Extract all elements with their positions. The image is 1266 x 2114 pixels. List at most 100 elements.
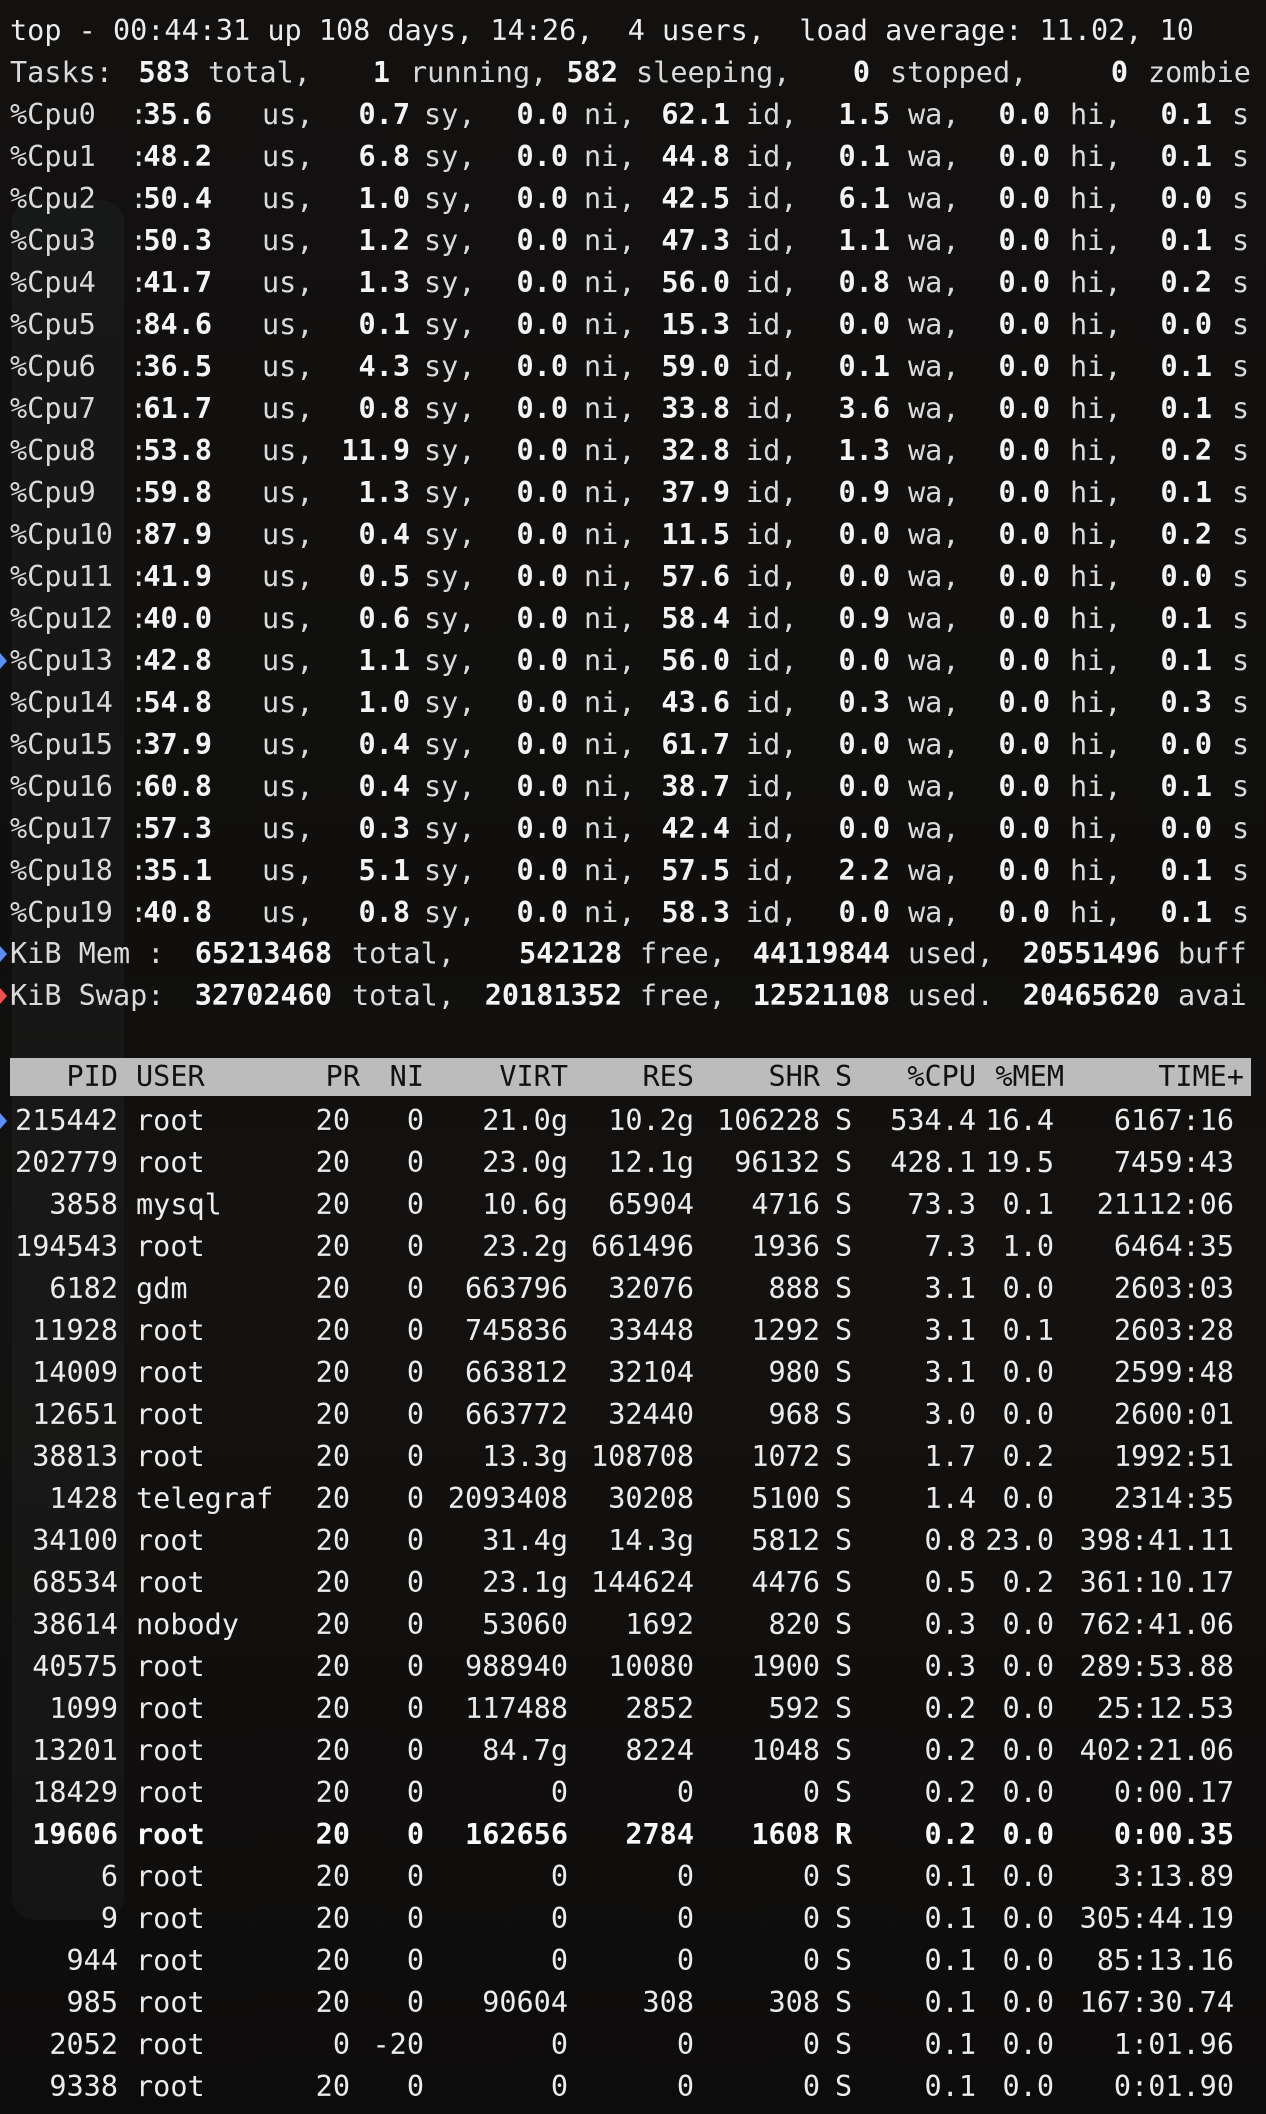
process-row[interactable]: 38614 nobody 20 0 53060 1692 820 S 0.3 0.0 762:41.…: [0, 1604, 1266, 1646]
process-cpu: 3.1: [924, 1314, 976, 1347]
process-time: 7459:43: [1113, 1146, 1234, 1179]
cpu-id-label: id,: [746, 140, 798, 173]
process-pid: 12651: [32, 1398, 118, 1431]
process-row[interactable]: 2052 root 0 -20 0 0 0 S 0.1 0.0 1:01.96: [0, 2024, 1266, 2066]
cpu-ni-label: ni,: [584, 728, 636, 761]
cpu-sy-label: sy,: [424, 770, 476, 803]
cpu-us-label: us,: [262, 518, 314, 551]
process-res: 661496: [591, 1230, 694, 1263]
cpu-row: %Cpu17 :57.3 us, 0.3 sy, 0.0 ni, 42.4 id, 0.0 wa,…: [0, 808, 1266, 850]
cpu-us-value: 50.3: [143, 224, 212, 257]
cpu-ni-value: 0.0: [516, 98, 568, 131]
process-user: root: [136, 1440, 205, 1473]
cpu-us-label: us,: [262, 392, 314, 425]
process-row[interactable]: 1099 root 20 0 117488 2852 592 S 0.2 0.0 25:12.53: [0, 1688, 1266, 1730]
col-shr[interactable]: SHR: [700, 1058, 820, 1096]
cpu-sy-value: 0.4: [358, 770, 410, 803]
cpu-name: %Cpu5 :: [10, 308, 148, 341]
process-row[interactable]: 9338 root 20 0 0 0 0 S 0.1 0.0 0:01.90: [0, 2066, 1266, 2108]
cpu-wa-label: wa,: [908, 560, 960, 593]
cpu-si-label: s: [1232, 182, 1250, 215]
process-row[interactable]: 13201 root 20 0 84.7g 8224 1048 S 0.2 0.0 402:21.0…: [0, 1730, 1266, 1772]
cpu-hi-value: 0.0: [998, 434, 1050, 467]
process-shr: 980: [768, 1356, 820, 1389]
col-state[interactable]: S: [835, 1058, 852, 1096]
col-res[interactable]: RES: [576, 1058, 694, 1096]
cpu-us-label: us,: [262, 644, 314, 677]
cpu-sy-value: 0.4: [358, 728, 410, 761]
cpu-si-label: s: [1232, 518, 1250, 551]
process-row[interactable]: 3858 mysql 20 0 10.6g 65904 4716 S 73.3 0.1 21112:…: [0, 1184, 1266, 1226]
process-user: root: [136, 2070, 205, 2103]
process-user: root: [136, 1692, 205, 1725]
process-row[interactable]: 11928 root 20 0 745836 33448 1292 S 3.1 0.1 2603:2…: [0, 1310, 1266, 1352]
process-shr: 96132: [734, 1146, 820, 1179]
process-pr: 20: [315, 1944, 350, 1977]
process-row[interactable]: 68534 root 20 0 23.1g 144624 4476 S 0.5 0.2 361:10…: [0, 1562, 1266, 1604]
cpu-ni-value: 0.0: [516, 434, 568, 467]
process-res: 108708: [591, 1440, 694, 1473]
process-row[interactable]: 40575 root 20 0 988940 10080 1900 S 0.3 0.0 289:53…: [0, 1646, 1266, 1688]
col-mem[interactable]: %MEM: [980, 1058, 1064, 1096]
cpu-us-value: 48.2: [143, 140, 212, 173]
cpu-hi-label: hi,: [1070, 686, 1122, 719]
swap-free-label: free,: [640, 979, 726, 1012]
process-row[interactable]: 38813 root 20 0 13.3g 108708 1072 S 1.7 0.2 1992:5…: [0, 1436, 1266, 1478]
process-row[interactable]: 19606 root 20 0 162656 2784 1608 R 0.2 0.0 0:00.35: [0, 1814, 1266, 1856]
cpu-hi-value: 0.0: [998, 224, 1050, 257]
cpu-wa-label: wa,: [908, 854, 960, 887]
cpu-us-label: us,: [262, 686, 314, 719]
process-user: root: [136, 1146, 205, 1179]
process-row[interactable]: 1428 telegraf 20 0 2093408 30208 5100 S 1.4 0.0 23…: [0, 1478, 1266, 1520]
process-row[interactable]: 215442 root 20 0 21.0g 10.2g 106228 S 534.4 16.4 6…: [0, 1100, 1266, 1142]
process-time: 2314:35: [1113, 1482, 1234, 1515]
cpu-name: %Cpu0 :: [10, 98, 148, 131]
cpu-row: %Cpu11 :41.9 us, 0.5 sy, 0.0 ni, 57.6 id, 0.0 wa,…: [0, 556, 1266, 598]
cpu-us-label: us,: [262, 182, 314, 215]
process-row[interactable]: 944 root 20 0 0 0 0 S 0.1 0.0 85:13.16: [0, 1940, 1266, 1982]
col-virt[interactable]: VIRT: [430, 1058, 568, 1096]
cpu-ni-label: ni,: [584, 896, 636, 929]
process-s: S: [835, 1902, 853, 1935]
terminal-window[interactable]: top - 00:44:31 up 108 days, 14:26, 4 use…: [0, 0, 1266, 2114]
cpu-wa-label: wa,: [908, 644, 960, 677]
process-ni: 0: [406, 1314, 424, 1347]
col-time[interactable]: TIME+: [1080, 1058, 1244, 1096]
cpu-id-label: id,: [746, 854, 798, 887]
process-row[interactable]: 9 root 20 0 0 0 0 S 0.1 0.0 305:44.19: [0, 1898, 1266, 1940]
process-cpu: 7.3: [924, 1230, 976, 1263]
process-row[interactable]: 34100 root 20 0 31.4g 14.3g 5812 S 0.8 23.0 398:41…: [0, 1520, 1266, 1562]
tasks-zombie: 0: [1110, 56, 1128, 89]
process-row[interactable]: 202779 root 20 0 23.0g 12.1g 96132 S 428.1 19.5 74…: [0, 1142, 1266, 1184]
process-res: 0: [676, 2070, 694, 2103]
process-user: root: [136, 1566, 205, 1599]
process-row[interactable]: 6182 gdm 20 0 663796 32076 888 S 3.1 0.0 2603:03: [0, 1268, 1266, 1310]
col-pr[interactable]: PR: [300, 1058, 360, 1096]
process-user: root: [136, 1818, 205, 1851]
process-shr: 0: [802, 1860, 820, 1893]
col-user[interactable]: USER: [136, 1058, 205, 1096]
process-row[interactable]: 14009 root 20 0 663812 32104 980 S 3.1 0.0 2599:48: [0, 1352, 1266, 1394]
cpu-sy-value: 0.4: [358, 518, 410, 551]
process-time: 167:30.74: [1079, 1986, 1234, 2019]
col-pid[interactable]: PID: [10, 1058, 118, 1096]
cpu-si-value: 0.1: [1160, 602, 1212, 635]
process-row[interactable]: 12651 root 20 0 663772 32440 968 S 3.0 0.0 2600:01: [0, 1394, 1266, 1436]
process-row[interactable]: 985 root 20 0 90604 308 308 S 0.1 0.0 167:30.74: [0, 1982, 1266, 2024]
cpu-name: %Cpu11 :: [10, 560, 148, 593]
col-ni[interactable]: NI: [370, 1058, 424, 1096]
process-time: 402:21.06: [1079, 1734, 1234, 1767]
cpu-us-value: 59.8: [143, 476, 212, 509]
cpu-sy-value: 0.1: [358, 308, 410, 341]
cpu-us-value: 35.6: [143, 98, 212, 131]
process-row[interactable]: 194543 root 20 0 23.2g 661496 1936 S 7.3 1.0 6464:…: [0, 1226, 1266, 1268]
process-row[interactable]: 6 root 20 0 0 0 0 S 0.1 0.0 3:13.89: [0, 1856, 1266, 1898]
process-cpu: 3.1: [924, 1356, 976, 1389]
process-cpu: 0.1: [924, 2070, 976, 2103]
cpu-hi-label: hi,: [1070, 392, 1122, 425]
col-cpu[interactable]: %CPU: [870, 1058, 976, 1096]
process-virt: 90604: [482, 1986, 568, 2019]
process-row[interactable]: 18429 root 20 0 0 0 0 S 0.2 0.0 0:00.17: [0, 1772, 1266, 1814]
process-virt: 663772: [465, 1398, 568, 1431]
process-mem: 0.0: [1002, 1650, 1054, 1683]
